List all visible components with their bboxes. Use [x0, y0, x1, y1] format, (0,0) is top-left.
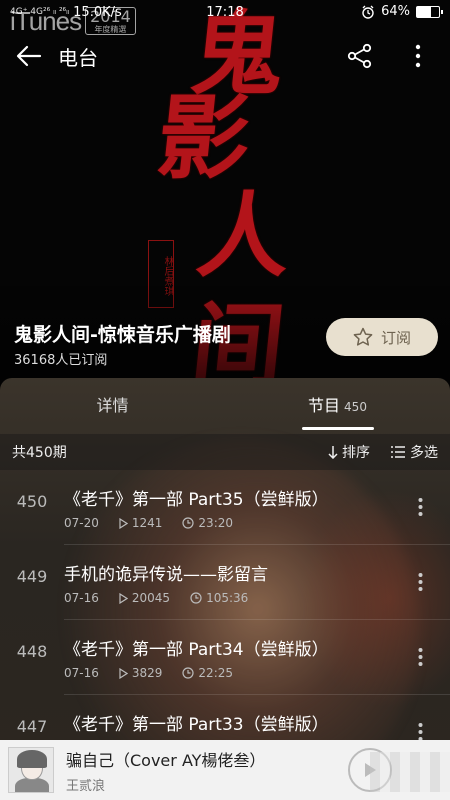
episode-row[interactable]: 449 手机的诡异传说——影留言 07-16 20045 105:36 — [0, 545, 450, 620]
duration: 23:20 — [198, 516, 234, 530]
multi-select-label: 多选 — [410, 445, 438, 461]
episode-title: 《老千》第一部 Part35（尝鲜版） — [64, 490, 329, 510]
tab-programs-count: 450 — [344, 400, 367, 414]
episode-date: 07-20 — [64, 516, 99, 530]
list-toolbar: 共450期 排序 多选 — [0, 434, 450, 470]
episode-meta: 07-16 3829 22:25 — [64, 666, 253, 680]
list-select-icon — [391, 446, 405, 458]
player-artist: 王贰浪 — [66, 778, 106, 794]
tab-programs[interactable]: 节目 450 — [225, 378, 450, 434]
cover-char: 影 — [152, 84, 252, 192]
multi-select-button[interactable]: 多选 — [390, 442, 438, 462]
tab-bar: 详情 节目 450 — [0, 378, 450, 434]
play-count: 3829 — [131, 666, 163, 680]
more-vertical-icon — [418, 648, 422, 666]
share-icon — [347, 43, 372, 69]
player-track-title: 骗自己（Cover AY楊佬叁） — [66, 750, 266, 770]
player-info: 骗自己（Cover AY楊佬叁） 王贰浪 — [66, 747, 348, 794]
episode-plays: 3829 — [119, 666, 163, 680]
episode-duration: 22:25 — [182, 666, 233, 680]
star-icon — [353, 327, 373, 346]
episode-date: 07-16 — [64, 666, 99, 680]
sort-arrow-icon — [328, 446, 338, 459]
episode-date: 07-16 — [64, 591, 99, 605]
tab-programs-label: 节目 — [308, 396, 341, 415]
subscribe-button[interactable]: 订阅 — [326, 318, 438, 356]
play-count-icon — [119, 517, 128, 529]
play-count: 20045 — [131, 591, 171, 605]
play-count-icon — [119, 592, 128, 604]
player-cover-art[interactable] — [8, 747, 54, 793]
episode-duration: 105:36 — [190, 591, 248, 605]
battery-percent: 64% — [381, 4, 410, 19]
top-bar: 电台 — [0, 32, 450, 80]
episode-number: 448 — [16, 642, 48, 661]
episode-number: 447 — [16, 717, 48, 736]
tab-details-label: 详情 — [96, 396, 129, 415]
clock-icon — [182, 517, 195, 529]
more-vertical-icon — [415, 44, 421, 68]
episode-row[interactable]: 450 《老千》第一部 Part35（尝鲜版） 07-20 1241 23:20 — [0, 470, 450, 545]
status-right: 64% — [361, 4, 443, 19]
episode-total: 共450期 — [12, 445, 67, 461]
sort-button[interactable]: 排序 — [328, 442, 370, 462]
episode-number: 449 — [16, 567, 48, 586]
album-title: 鬼影人间-惊悚音乐广播剧 — [14, 324, 231, 346]
back-button[interactable] — [0, 32, 58, 80]
more-menu-button[interactable] — [400, 38, 436, 74]
page-title: 电台 — [58, 45, 98, 70]
more-vertical-icon — [418, 723, 422, 741]
program-panel: 详情 节目 450 共450期 排序 多选 450 《老千》第一部 Part35（… — [0, 378, 450, 800]
back-arrow-icon — [16, 45, 42, 67]
battery-icon — [416, 5, 443, 18]
more-vertical-icon — [418, 573, 422, 591]
cover-figure-body — [15, 778, 49, 792]
tab-indicator — [301, 427, 374, 430]
cover-char: 人 — [192, 182, 292, 290]
episode-title: 《老千》第一部 Part33（尝鲜版） — [64, 715, 329, 735]
episode-more-button[interactable] — [410, 492, 430, 522]
episode-number: 450 — [16, 492, 48, 511]
episode-more-button[interactable] — [410, 642, 430, 672]
episode-plays: 20045 — [119, 591, 170, 605]
sort-label: 排序 — [342, 445, 370, 461]
battery-fill — [417, 6, 432, 17]
play-count-icon — [119, 667, 128, 679]
episode-meta: 07-16 20045 105:36 — [64, 591, 268, 605]
episode-list: 450 《老千》第一部 Part35（尝鲜版） 07-20 1241 23:20… — [0, 470, 450, 770]
more-vertical-icon — [418, 498, 422, 516]
tab-details[interactable]: 详情 — [0, 378, 225, 434]
episode-row[interactable]: 448 《老千》第一部 Part34（尝鲜版） 07-16 3829 22:25 — [0, 620, 450, 695]
episode-duration: 23:20 — [182, 516, 233, 530]
clock-icon — [190, 592, 202, 604]
episode-plays: 1241 — [119, 516, 163, 530]
status-bar: iTunes 2014 年度精選 4G⁺ 4G²⁶ ₗₗ ²⁶ₗₗ 15.0K/… — [0, 0, 450, 36]
mosaic-overlay — [370, 752, 450, 792]
episode-title: 手机的诡异传说——影留言 — [64, 565, 268, 585]
cover-figure-hair — [17, 750, 47, 768]
episode-meta: 07-20 1241 23:20 — [64, 516, 253, 530]
episode-title: 《老千》第一部 Part34（尝鲜版） — [64, 640, 329, 660]
mini-player[interactable]: 骗自己（Cover AY楊佬叁） 王贰浪 — [0, 740, 450, 800]
alarm-icon — [362, 5, 374, 19]
episode-more-button[interactable] — [410, 567, 430, 597]
subscriber-count: 36168人已订阅 — [14, 353, 108, 368]
clock-icon — [182, 667, 195, 679]
share-button[interactable] — [342, 38, 378, 74]
duration: 22:25 — [198, 666, 234, 680]
duration: 105:36 — [206, 591, 249, 605]
play-count: 1241 — [131, 516, 163, 530]
subscribe-label: 订阅 — [380, 328, 411, 347]
